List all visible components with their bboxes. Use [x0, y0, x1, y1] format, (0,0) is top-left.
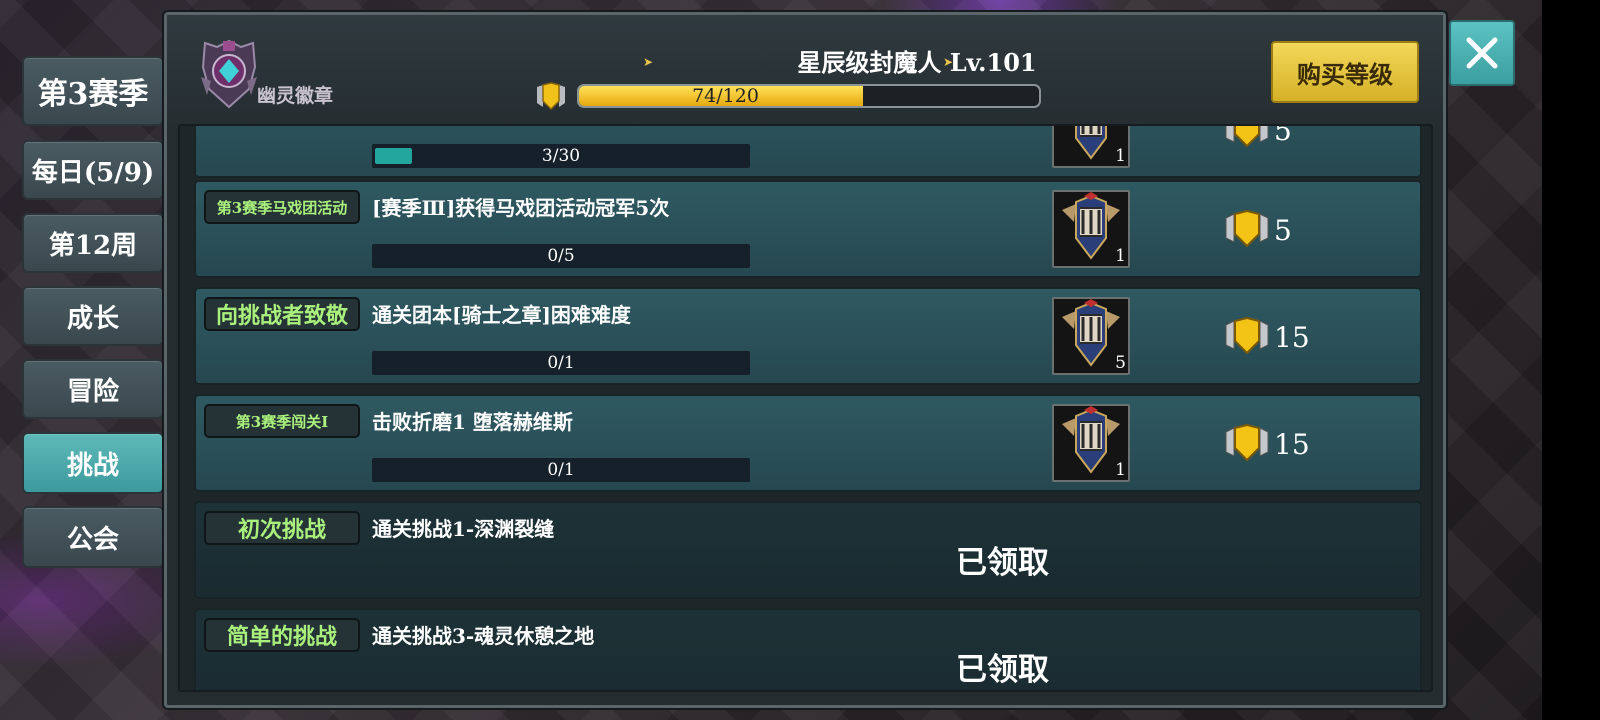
task-list[interactable]: 3/30 1 5 第3赛季马戏团活动 [赛季Ⅲ]获得马戏团活动冠军5次 0/5 1 5 向挑战者… [178, 124, 1433, 692]
task-progress-bar: 3/30 [372, 144, 750, 168]
task-description: 通关挑战3-魂灵休憩之地 [372, 624, 595, 648]
reward-points: 5 [1224, 124, 1292, 150]
reward-points-value: 15 [1274, 320, 1310, 354]
task-description: 击败折磨1 堕落赫维斯 [372, 410, 573, 434]
task-progress-text: 0/1 [547, 353, 575, 373]
reward-item-slot[interactable]: 1 [1052, 404, 1130, 482]
task-description: 通关团本[骑士之章]困难难度 [372, 303, 631, 327]
panel-header: 幽灵徽章 ➤ 星辰级封魔人 Lv.101 ➤ 74/120 购买等级 [167, 15, 1443, 127]
task-row[interactable]: 向挑战者致敬 通关团本[骑士之章]困难难度 0/1 5 15 [194, 287, 1422, 385]
tab-adventure[interactable]: 冒险 [22, 359, 164, 419]
task-category-tag: 第3赛季马戏团活动 [204, 190, 360, 224]
shield-icon [537, 82, 565, 111]
shield-icon [1225, 317, 1269, 355]
task-description: 通关挑战1-深渊裂缝 [372, 517, 555, 541]
task-row[interactable]: 第3赛季马戏团活动 [赛季Ⅲ]获得马戏团活动冠军5次 0/5 1 5 [194, 180, 1422, 278]
task-description: [赛季Ⅲ]获得马戏团活动冠军5次 [372, 196, 670, 220]
shield-icon [1225, 210, 1269, 248]
task-progress-bar: 0/1 [372, 351, 750, 375]
tab-challenge[interactable]: 挑战 [22, 432, 164, 494]
item-count: 1 [1115, 146, 1126, 166]
reward-points: 15 [1224, 317, 1310, 357]
task-progress-text: 0/1 [547, 460, 575, 480]
item-count: 5 [1115, 353, 1126, 373]
item-count: 1 [1115, 460, 1126, 480]
close-icon [1466, 37, 1498, 69]
task-progress-bar: 0/1 [372, 458, 750, 482]
task-row[interactable]: 第3赛季闯关Ⅰ 击败折磨1 堕落赫维斯 0/1 1 15 [194, 394, 1422, 492]
task-category-tag: 向挑战者致敬 [204, 297, 360, 331]
task-category-tag: 初次挑战 [204, 511, 360, 545]
arrow-right-icon: ➤ [643, 55, 654, 69]
reward-points: 15 [1224, 424, 1310, 464]
reward-points: 5 [1224, 210, 1292, 250]
reward-points-value: 15 [1274, 427, 1310, 461]
close-button[interactable] [1449, 20, 1515, 86]
reward-points-value: 5 [1274, 124, 1292, 147]
shield-icon [1225, 424, 1269, 462]
task-row[interactable]: 3/30 1 5 [194, 124, 1422, 178]
item-count: 1 [1115, 246, 1126, 266]
task-progress-text: 3/30 [541, 146, 581, 166]
claimed-status: 已领取 [956, 545, 1049, 581]
task-category-tag: 简单的挑战 [204, 618, 360, 652]
tab-guild[interactable]: 公会 [22, 506, 164, 568]
screen-edge [1542, 0, 1600, 720]
reward-item-slot[interactable]: 1 [1052, 126, 1130, 168]
tab-daily[interactable]: 每日(5/9) [22, 140, 164, 200]
season-label: 第3赛季 [22, 56, 164, 126]
rank-title: 星辰级封魔人 Lv.101 [797, 48, 1037, 77]
level-progress-text: 74/120 [692, 85, 759, 107]
badge-label: 幽灵徽章 [257, 85, 334, 107]
reward-item-slot[interactable]: 1 [1052, 190, 1130, 268]
tab-growth[interactable]: 成长 [22, 286, 164, 346]
reward-points-value: 5 [1274, 213, 1292, 247]
task-row[interactable]: 简单的挑战 通关挑战3-魂灵休憩之地已领取 [194, 608, 1422, 690]
task-progress-bar: 0/5 [372, 244, 750, 268]
task-progress-text: 0/5 [547, 246, 575, 266]
arrow-right-icon: ➤ [943, 55, 954, 69]
task-row[interactable]: 初次挑战 通关挑战1-深渊裂缝已领取 [194, 501, 1422, 599]
claimed-status: 已领取 [956, 652, 1049, 688]
task-category-tag: 第3赛季闯关Ⅰ [204, 404, 360, 438]
level-progress-bar: 74/120 [577, 84, 1041, 108]
shield-icon [1225, 126, 1269, 148]
tab-week-12[interactable]: 第12周 [22, 213, 164, 273]
ghost-badge-icon [201, 39, 257, 109]
reward-item-slot[interactable]: 5 [1052, 297, 1130, 375]
buy-level-button[interactable]: 购买等级 [1271, 41, 1419, 103]
